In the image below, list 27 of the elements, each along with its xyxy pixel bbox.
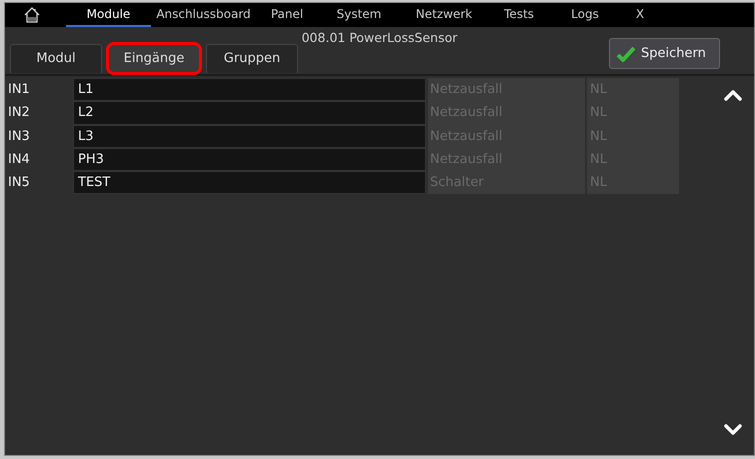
name-field[interactable]: L2 (73, 101, 426, 125)
module-title: 008.01 PowerLossSensor (300, 29, 458, 47)
close-button[interactable]: X (620, 3, 660, 27)
sub-tab[interactable]: Modul (10, 44, 102, 73)
scroll-up-icon[interactable] (724, 89, 742, 101)
nav-tab[interactable]: System (318, 3, 400, 27)
sub-tab[interactable]: Eingänge (108, 44, 200, 73)
nav-tab[interactable]: Module (66, 3, 151, 27)
save-button[interactable]: Speichern (609, 38, 720, 69)
scroll-down-icon[interactable] (724, 424, 742, 436)
name-field[interactable]: PH3 (73, 148, 426, 172)
nav-tab[interactable]: Tests (488, 3, 550, 27)
name-field[interactable]: L3 (73, 124, 426, 148)
nav-tab[interactable]: Panel (256, 3, 318, 27)
input-label: IN1 (7, 81, 31, 99)
nav-tab[interactable]: Anschlussboard (151, 3, 256, 27)
sub-tab[interactable]: Gruppen (206, 44, 298, 73)
checkmark-icon (616, 44, 636, 62)
input-label: IN2 (7, 104, 31, 122)
input-label: IN5 (7, 174, 31, 192)
name-field[interactable]: TEST (73, 171, 426, 194)
nav-tab[interactable]: Netzwerk (400, 3, 488, 27)
name-field[interactable]: L1 (73, 78, 426, 102)
input-label: IN4 (7, 150, 31, 169)
nav-tab[interactable]: Logs (550, 3, 620, 27)
input-label: IN3 (7, 128, 31, 146)
home-icon[interactable] (23, 6, 41, 24)
